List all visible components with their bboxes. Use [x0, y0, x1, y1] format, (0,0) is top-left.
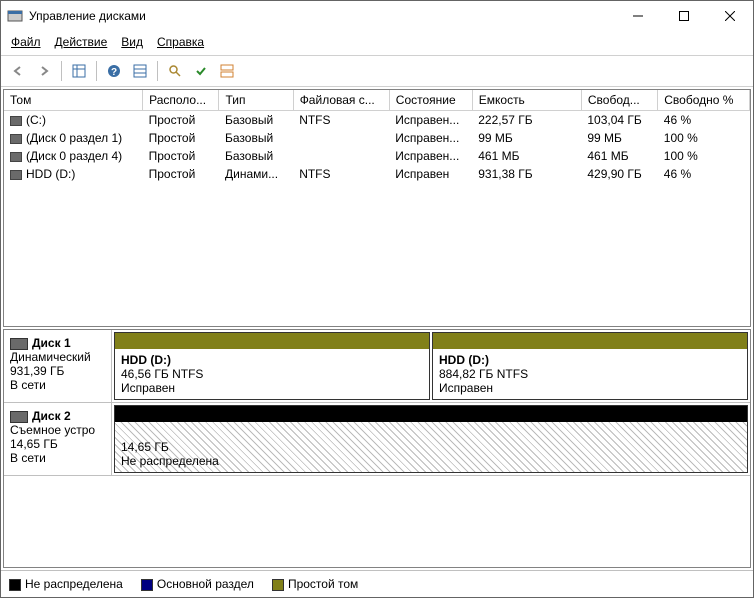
- disk-row: Диск 2Съемное устро14,65 ГБВ сети 14,65 …: [4, 403, 750, 476]
- cell: (Диск 0 раздел 4): [4, 147, 143, 165]
- partition-header: [115, 333, 429, 349]
- find-button[interactable]: [164, 60, 186, 82]
- cell: Простой: [143, 111, 219, 130]
- disk-info[interactable]: Диск 2Съемное устро14,65 ГБВ сети: [4, 403, 112, 475]
- volume-icon: [10, 152, 22, 162]
- volume-row[interactable]: (Диск 0 раздел 4)ПростойБазовый Исправен.…: [4, 147, 750, 165]
- partition-header: [115, 406, 747, 422]
- toolbar: ?: [1, 56, 753, 87]
- cell: [293, 129, 389, 147]
- minimize-button[interactable]: [615, 1, 661, 31]
- column-header[interactable]: Тип: [219, 90, 293, 111]
- cell: 99 МБ: [581, 129, 657, 147]
- apply-button[interactable]: [190, 60, 212, 82]
- disk-icon: [10, 338, 28, 350]
- legend-item: Не распределена: [9, 577, 123, 591]
- partition-body: HDD (D:)884,82 ГБ NTFSИсправен: [433, 349, 747, 399]
- cell: 931,38 ГБ: [472, 165, 581, 183]
- cell: NTFS: [293, 111, 389, 130]
- partition-body: HDD (D:)46,56 ГБ NTFSИсправен: [115, 349, 429, 399]
- partition[interactable]: HDD (D:)884,82 ГБ NTFSИсправен: [432, 332, 748, 400]
- view-layout-button[interactable]: [216, 60, 238, 82]
- cell: 429,90 ГБ: [581, 165, 657, 183]
- partition-header: [433, 333, 747, 349]
- cell: Простой: [143, 147, 219, 165]
- disk-info[interactable]: Диск 1Динамический931,39 ГБВ сети: [4, 330, 112, 402]
- forward-button[interactable]: [33, 60, 55, 82]
- svg-text:?: ?: [111, 67, 117, 78]
- titlebar[interactable]: Управление дисками: [1, 1, 753, 31]
- menu-file[interactable]: Файл: [11, 35, 41, 49]
- cell: HDD (D:): [4, 165, 143, 183]
- partition-body: 14,65 ГБНе распределена: [115, 422, 747, 472]
- column-header[interactable]: Свобод...: [581, 90, 657, 111]
- partition[interactable]: 14,65 ГБНе распределена: [114, 405, 748, 473]
- legend: Не распределена Основной раздел Простой то…: [1, 570, 753, 597]
- cell: Базовый: [219, 111, 293, 130]
- legend-swatch: [141, 579, 153, 591]
- cell: 100 %: [658, 129, 750, 147]
- cell: 222,57 ГБ: [472, 111, 581, 130]
- app-icon: [7, 8, 23, 24]
- window-title: Управление дисками: [29, 9, 146, 23]
- legend-swatch: [9, 579, 21, 591]
- maximize-button[interactable]: [661, 1, 707, 31]
- view-grid-button[interactable]: [68, 60, 90, 82]
- help-button[interactable]: ?: [103, 60, 125, 82]
- cell: 103,04 ГБ: [581, 111, 657, 130]
- column-header[interactable]: Емкость: [472, 90, 581, 111]
- view-list-button[interactable]: [129, 60, 151, 82]
- cell: Исправен: [389, 165, 472, 183]
- menubar: Файл Действие Вид Справка: [1, 31, 753, 56]
- disk-icon: [10, 411, 28, 423]
- cell: 46 %: [658, 111, 750, 130]
- cell: Простой: [143, 129, 219, 147]
- legend-item: Основной раздел: [141, 577, 254, 591]
- volume-icon: [10, 170, 22, 180]
- menu-action[interactable]: Действие: [55, 35, 108, 49]
- cell: 99 МБ: [472, 129, 581, 147]
- volume-list-pane[interactable]: ТомРасполо...ТипФайловая с...СостояниеЕм…: [3, 89, 751, 327]
- back-button[interactable]: [7, 60, 29, 82]
- cell: NTFS: [293, 165, 389, 183]
- cell: [293, 147, 389, 165]
- cell: Базовый: [219, 147, 293, 165]
- cell: Исправен...: [389, 129, 472, 147]
- cell: 461 МБ: [581, 147, 657, 165]
- partition[interactable]: HDD (D:)46,56 ГБ NTFSИсправен: [114, 332, 430, 400]
- cell: Исправен...: [389, 111, 472, 130]
- menu-view[interactable]: Вид: [121, 35, 143, 49]
- legend-item: Простой том: [272, 577, 358, 591]
- cell: Базовый: [219, 129, 293, 147]
- cell: Простой: [143, 165, 219, 183]
- volume-row[interactable]: (Диск 0 раздел 1)ПростойБазовый Исправен.…: [4, 129, 750, 147]
- cell: 100 %: [658, 147, 750, 165]
- disk-diagram-pane[interactable]: Диск 1Динамический931,39 ГБВ сетиHDD (D:…: [3, 329, 751, 568]
- cell: Динами...: [219, 165, 293, 183]
- column-header[interactable]: Свободно %: [658, 90, 750, 111]
- volume-icon: [10, 134, 22, 144]
- cell: (C:): [4, 111, 143, 130]
- volume-row[interactable]: HDD (D:)ПростойДинами...NTFSИсправен931,…: [4, 165, 750, 183]
- volume-row[interactable]: (C:)ПростойБазовыйNTFSИсправен...222,57 …: [4, 111, 750, 130]
- column-header[interactable]: Состояние: [389, 90, 472, 111]
- column-header[interactable]: Располо...: [143, 90, 219, 111]
- cell: 46 %: [658, 165, 750, 183]
- legend-swatch: [272, 579, 284, 591]
- disk-row: Диск 1Динамический931,39 ГБВ сетиHDD (D:…: [4, 330, 750, 403]
- volume-icon: [10, 116, 22, 126]
- column-header[interactable]: Том: [4, 90, 143, 111]
- cell: (Диск 0 раздел 1): [4, 129, 143, 147]
- disk-management-window: Управление дисками Файл Действие Вид Спр…: [0, 0, 754, 598]
- cell: Исправен...: [389, 147, 472, 165]
- menu-help[interactable]: Справка: [157, 35, 204, 49]
- column-header[interactable]: Файловая с...: [293, 90, 389, 111]
- cell: 461 МБ: [472, 147, 581, 165]
- close-button[interactable]: [707, 1, 753, 31]
